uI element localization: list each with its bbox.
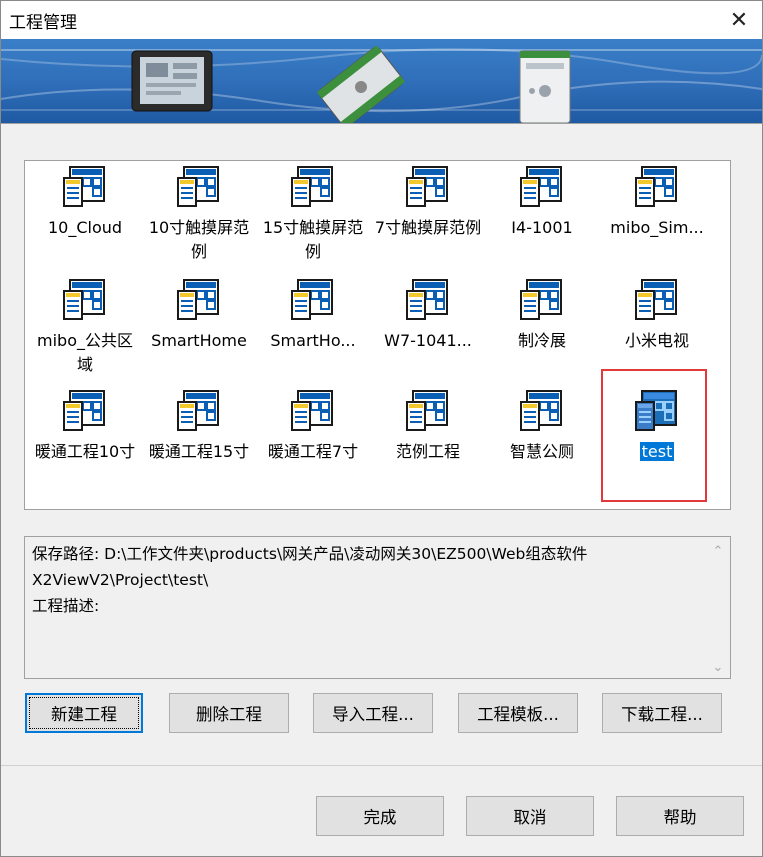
project-label: mibo_公共区域 (37, 331, 133, 374)
project-item[interactable]: 7寸触摸屏范例 (371, 166, 485, 240)
close-button[interactable]: ✕ (716, 1, 762, 39)
project-label: I4-1001 (511, 218, 573, 237)
project-item[interactable]: SmartHo... (256, 279, 370, 353)
project-file-icon (635, 279, 677, 320)
project-label: 暖通工程7寸 (267, 442, 359, 461)
project-file-icon (177, 279, 219, 320)
project-file-icon (291, 279, 333, 320)
project-file-icon (291, 166, 333, 207)
project-description-label: 工程描述: (32, 597, 100, 615)
project-label: W7-1041... (384, 331, 472, 350)
project-label: 10寸触摸屏范例 (148, 218, 250, 261)
project-label: SmartHo... (270, 331, 356, 350)
project-label: 暖通工程10寸 (34, 442, 136, 461)
project-file-icon (520, 390, 562, 431)
device-banner (1, 39, 762, 123)
project-file-icon (406, 166, 448, 207)
project-item[interactable]: 10寸触摸屏范例 (142, 166, 256, 264)
new-project-button[interactable]: 新建工程 (25, 693, 143, 733)
window-title: 工程管理 (9, 13, 77, 33)
scroll-up-icon[interactable]: ⌃ (706, 539, 730, 563)
footer-divider (1, 765, 762, 766)
project-file-icon (63, 390, 105, 431)
project-file-icon (406, 390, 448, 431)
project-item[interactable]: mibo_Sim... (600, 166, 714, 240)
banner-image (1, 45, 762, 123)
project-item[interactable]: 智慧公厕 (485, 390, 599, 464)
project-label: 7寸触摸屏范例 (374, 218, 482, 237)
delete-project-button[interactable]: 删除工程 (169, 693, 289, 733)
project-item[interactable]: 制冷展 (485, 279, 599, 353)
project-item[interactable]: I4-1001 (485, 166, 599, 240)
info-scrollbar[interactable]: ⌃ ⌄ (706, 537, 730, 678)
project-item[interactable]: 范例工程 (371, 390, 485, 464)
project-file-icon (63, 166, 105, 207)
project-label: 制冷展 (517, 331, 566, 350)
project-item[interactable]: mibo_公共区域 (28, 279, 142, 377)
project-info-box[interactable]: 保存路径: D:\工作文件夹\products\网关产品\凌动网关30\EZ50… (24, 536, 731, 679)
scroll-down-icon[interactable]: ⌄ (706, 655, 730, 679)
title-bar: 工程管理 ✕ (1, 1, 762, 39)
project-label: 暖通工程15寸 (148, 442, 250, 461)
project-manager-dialog: 工程管理 ✕ 10_Cloud 10寸触摸屏范例 15寸触摸屏范例 7寸触摸屏范… (0, 0, 763, 857)
project-item[interactable]: 暖通工程10寸 (28, 390, 142, 464)
project-label: mibo_Sim... (610, 218, 704, 237)
project-label: SmartHome (151, 331, 247, 350)
project-label: 小米电视 (624, 331, 689, 350)
project-file-icon (520, 166, 562, 207)
finish-button[interactable]: 完成 (316, 796, 444, 836)
touch-screen-device-icon (131, 50, 213, 112)
project-file-icon (635, 166, 677, 207)
project-item[interactable]: W7-1041... (371, 279, 485, 353)
import-project-button[interactable]: 导入工程... (313, 693, 433, 733)
project-item[interactable]: 小米电视 (600, 279, 714, 353)
project-label: 15寸触摸屏范例 (262, 218, 364, 261)
help-button[interactable]: 帮助 (616, 796, 744, 836)
project-item[interactable]: SmartHome (142, 279, 256, 353)
project-template-button[interactable]: 工程模板... (458, 693, 578, 733)
project-file-icon (177, 390, 219, 431)
project-file-icon (406, 279, 448, 320)
close-icon: ✕ (729, 7, 749, 33)
download-project-button[interactable]: 下载工程... (602, 693, 722, 733)
din-module-device-icon (519, 50, 571, 123)
project-file-icon (63, 279, 105, 320)
selection-highlight-frame (601, 369, 707, 502)
project-file-icon (291, 390, 333, 431)
project-item[interactable]: 暖通工程15寸 (142, 390, 256, 464)
project-label: 10_Cloud (47, 218, 123, 237)
project-file-icon (177, 166, 219, 207)
project-item[interactable]: 10_Cloud (28, 166, 142, 240)
project-item[interactable]: 暖通工程7寸 (256, 390, 370, 464)
save-path-line-cont: X2ViewV2\Project\test\ (32, 571, 209, 589)
project-file-icon (520, 279, 562, 320)
save-path-line: 保存路径: D:\工作文件夹\products\网关产品\凌动网关30\EZ50… (32, 545, 588, 563)
cancel-button[interactable]: 取消 (466, 796, 594, 836)
project-label: 范例工程 (395, 442, 460, 461)
project-item[interactable]: 15寸触摸屏范例 (256, 166, 370, 264)
project-label: 智慧公厕 (509, 442, 574, 461)
